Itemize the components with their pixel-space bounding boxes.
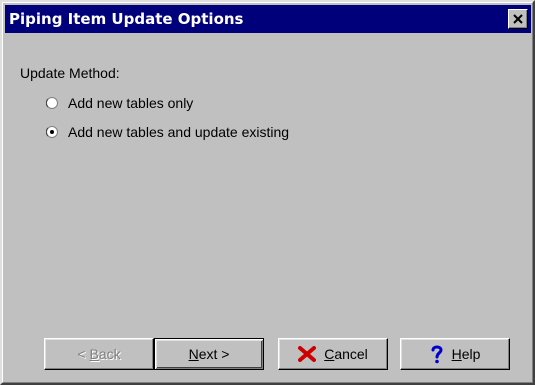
- cancel-label-rest: ancel: [334, 346, 368, 362]
- title-bar[interactable]: Piping Item Update Options: [5, 5, 531, 33]
- back-label-rest: ack: [98, 346, 121, 362]
- update-method-label: Update Method:: [20, 65, 120, 81]
- help-button[interactable]: Help: [400, 338, 510, 370]
- dialog-window: Piping Item Update Options Update Method…: [0, 0, 535, 385]
- close-icon: [513, 14, 523, 24]
- back-mnemonic: B: [89, 346, 99, 362]
- radio-button-unselected[interactable]: [46, 97, 58, 109]
- cancel-button[interactable]: Cancel: [278, 338, 388, 370]
- close-button[interactable]: [508, 9, 528, 29]
- option-label: Add new tables and update existing: [68, 124, 290, 140]
- radio-button-selected[interactable]: [46, 126, 58, 138]
- dialog-frame: [2, 2, 533, 383]
- back-prefix: <: [77, 346, 90, 362]
- x-cancel-icon: [298, 346, 317, 362]
- help-mnemonic: H: [451, 346, 462, 362]
- next-mnemonic: N: [188, 346, 199, 362]
- window-title: Piping Item Update Options: [9, 10, 244, 28]
- option-add-new-only[interactable]: Add new tables only: [46, 94, 193, 112]
- next-button[interactable]: Next >: [154, 338, 264, 370]
- next-label-rest: ext >: [198, 346, 230, 362]
- help-label-rest: elp: [461, 346, 481, 362]
- option-add-and-update[interactable]: Add new tables and update existing: [46, 123, 289, 141]
- question-mark-icon: [430, 344, 444, 364]
- option-label: Add new tables only: [68, 95, 194, 111]
- cancel-mnemonic: C: [324, 346, 335, 362]
- back-button[interactable]: < Back: [44, 338, 154, 370]
